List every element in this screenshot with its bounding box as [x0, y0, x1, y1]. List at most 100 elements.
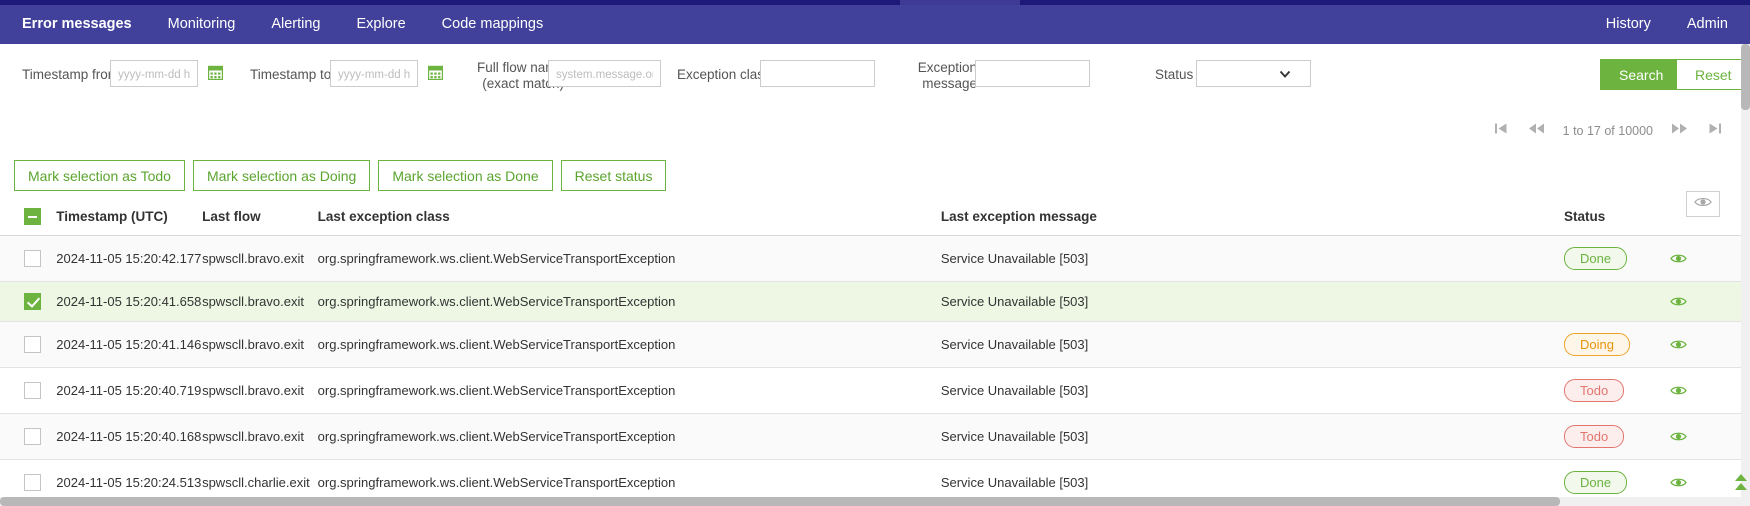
reset-status-button[interactable]: Reset status [561, 160, 667, 191]
cell-timestamp: 2024-11-05 15:20:40.719 [56, 368, 202, 414]
pagination-first-button[interactable] [1484, 122, 1518, 140]
select-all-checkbox[interactable] [24, 208, 41, 225]
mark-selection-done-button[interactable]: Mark selection as Done [378, 160, 552, 191]
pagination-next-button[interactable] [1661, 122, 1698, 140]
header-timestamp[interactable]: Timestamp (UTC) [56, 200, 202, 236]
cell-view-action[interactable] [1670, 368, 1750, 414]
status-filter-select[interactable]: TodoDoingDone [1196, 60, 1311, 87]
cell-last-flow: spwscll.bravo.exit [202, 282, 318, 322]
cell-exception-class: org.springframework.ws.client.WebService… [318, 236, 941, 282]
row-checkbox[interactable] [24, 336, 41, 353]
table-row[interactable]: 2024-11-05 15:20:41.658 spwscll.bravo.ex… [0, 282, 1750, 322]
status-badge: Done [1564, 471, 1627, 494]
row-checkbox-cell [0, 282, 56, 322]
row-checkbox-cell [0, 414, 56, 460]
table-header-row: Timestamp (UTC) Last flow Last exception… [0, 200, 1750, 236]
row-checkbox[interactable] [24, 382, 41, 399]
eye-icon[interactable] [1670, 431, 1750, 442]
mark-selection-todo-button[interactable]: Mark selection as Todo [14, 160, 185, 191]
table-header: Timestamp (UTC) Last flow Last exception… [0, 200, 1750, 236]
scroll-to-top-icon[interactable] [1734, 473, 1748, 494]
exception-class-label: Exception class [677, 67, 771, 82]
nav-item-monitoring[interactable]: Monitoring [150, 5, 254, 44]
nav-item-history[interactable]: History [1588, 5, 1669, 44]
exception-class-input[interactable] [760, 60, 875, 87]
pagination-prev-button[interactable] [1518, 122, 1555, 140]
cell-last-flow: spwscll.bravo.exit [202, 236, 318, 282]
full-flow-name-input[interactable] [548, 60, 661, 87]
cell-status: Done [1564, 236, 1670, 282]
pagination-last-button[interactable] [1698, 122, 1732, 140]
table-row[interactable]: 2024-11-05 15:20:40.168 spwscll.bravo.ex… [0, 414, 1750, 460]
cell-timestamp: 2024-11-05 15:20:41.146 [56, 322, 202, 368]
calendar-icon-from[interactable] [208, 65, 223, 80]
exception-message-label-line2: message [922, 76, 977, 91]
horizontal-scrollbar[interactable] [0, 497, 1741, 506]
cell-last-flow: spwscll.bravo.exit [202, 368, 318, 414]
timestamp-from-input[interactable] [110, 60, 198, 87]
cell-status: Todo [1564, 368, 1670, 414]
vertical-scrollbar-thumb[interactable] [1741, 44, 1750, 110]
cell-exception-class: org.springframework.ws.client.WebService… [318, 414, 941, 460]
main-navbar: Error messages Monitoring Alerting Explo… [0, 5, 1750, 44]
cell-exception-message: Service Unavailable [503] [941, 368, 1564, 414]
row-checkbox[interactable] [24, 250, 41, 267]
status-badge: Doing [1564, 333, 1630, 356]
pagination-controls: 1 to 17 of 10000 [1484, 122, 1732, 140]
cell-view-action[interactable] [1670, 322, 1750, 368]
cell-view-action[interactable] [1670, 236, 1750, 282]
cell-exception-message: Service Unavailable [503] [941, 236, 1564, 282]
header-last-exception-class[interactable]: Last exception class [318, 200, 941, 236]
row-checkbox[interactable] [24, 474, 41, 491]
eye-icon[interactable] [1670, 385, 1750, 396]
header-last-exception-message[interactable]: Last exception message [941, 200, 1564, 236]
timestamp-from-label: Timestamp from [22, 67, 119, 82]
cell-exception-class: org.springframework.ws.client.WebService… [318, 368, 941, 414]
row-checkbox-cell [0, 368, 56, 414]
nav-item-code-mappings[interactable]: Code mappings [424, 5, 562, 44]
table-row[interactable]: 2024-11-05 15:20:40.719 spwscll.bravo.ex… [0, 368, 1750, 414]
row-checkbox[interactable] [24, 293, 41, 310]
exception-message-input[interactable] [975, 60, 1090, 87]
cell-timestamp: 2024-11-05 15:20:40.168 [56, 414, 202, 460]
cell-status: Todo [1564, 414, 1670, 460]
cell-timestamp: 2024-11-05 15:20:42.177 [56, 236, 202, 282]
nav-item-explore[interactable]: Explore [339, 5, 424, 44]
eye-icon[interactable] [1670, 253, 1750, 264]
mark-selection-doing-button[interactable]: Mark selection as Doing [193, 160, 370, 191]
header-actions [1670, 200, 1750, 236]
row-checkbox[interactable] [24, 428, 41, 445]
navbar-secondary-links: History Admin [1588, 5, 1728, 44]
cell-view-action[interactable] [1670, 414, 1750, 460]
vertical-scrollbar[interactable] [1741, 44, 1750, 506]
cell-status: Doing [1564, 322, 1670, 368]
header-last-flow[interactable]: Last flow [202, 200, 318, 236]
navbar-primary-links: Error messages Monitoring Alerting Explo… [22, 5, 561, 44]
cell-exception-message: Service Unavailable [503] [941, 282, 1564, 322]
row-checkbox-cell [0, 236, 56, 282]
nav-item-alerting[interactable]: Alerting [253, 5, 338, 44]
reset-button[interactable]: Reset [1676, 59, 1750, 90]
cell-exception-message: Service Unavailable [503] [941, 322, 1564, 368]
status-badge: Todo [1564, 425, 1624, 448]
horizontal-scrollbar-thumb[interactable] [0, 497, 1560, 506]
error-messages-table: Timestamp (UTC) Last flow Last exception… [0, 200, 1750, 506]
cell-last-flow: spwscll.bravo.exit [202, 322, 318, 368]
eye-icon[interactable] [1670, 339, 1750, 350]
calendar-icon-to[interactable] [428, 65, 443, 80]
cell-timestamp: 2024-11-05 15:20:41.658 [56, 282, 202, 322]
search-button[interactable]: Search [1600, 59, 1682, 90]
status-filter-label: Status [1155, 67, 1193, 82]
timestamp-to-label: Timestamp to [250, 67, 331, 82]
table-row[interactable]: 2024-11-05 15:20:42.177 spwscll.bravo.ex… [0, 236, 1750, 282]
status-badge: Done [1564, 247, 1627, 270]
pagination-range-text: 1 to 17 of 10000 [1555, 124, 1661, 138]
timestamp-to-input[interactable] [330, 60, 418, 87]
table-row[interactable]: 2024-11-05 15:20:41.146 spwscll.bravo.ex… [0, 322, 1750, 368]
eye-icon[interactable] [1670, 296, 1750, 307]
bulk-action-buttons: Mark selection as Todo Mark selection as… [14, 160, 666, 191]
nav-item-admin[interactable]: Admin [1669, 5, 1728, 44]
nav-item-error-messages[interactable]: Error messages [22, 5, 150, 44]
cell-view-action[interactable] [1670, 282, 1750, 322]
header-status[interactable]: Status [1564, 200, 1670, 236]
